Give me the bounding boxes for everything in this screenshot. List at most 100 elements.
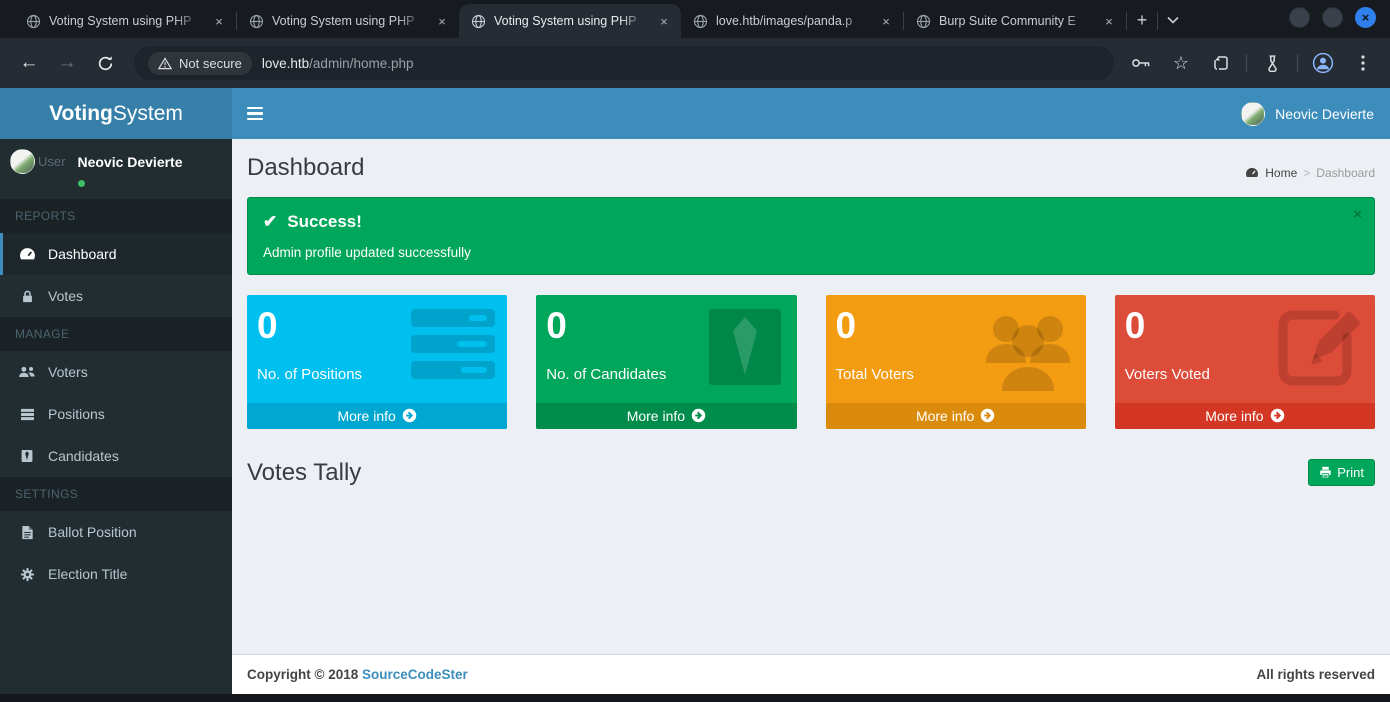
app-footer: Copyright © 2018 SourceCodeSter All righ… — [232, 654, 1390, 694]
minimize-button[interactable] — [1289, 7, 1310, 28]
gear-icon — [18, 567, 36, 582]
tab-close-icon[interactable]: × — [210, 12, 228, 30]
toolbar-separator — [1297, 54, 1298, 72]
screen: Voting System using PHP × Voting System … — [0, 0, 1390, 702]
users-icon — [18, 365, 36, 379]
tab-close-icon[interactable]: × — [1100, 12, 1118, 30]
sidebar-item-label: Ballot Position — [48, 524, 137, 540]
tab-title: Voting System using PHP — [49, 14, 202, 28]
user-avatar — [1241, 102, 1265, 126]
more-info-link[interactable]: More info — [536, 403, 796, 429]
sidebar-item-positions[interactable]: Positions — [0, 393, 232, 435]
sourcecodester-link[interactable]: SourceCodeSter — [362, 667, 468, 682]
home-gauge-icon — [1245, 167, 1259, 179]
sidebar-item-label: Election Title — [48, 566, 127, 582]
brand-bold: Voting — [49, 102, 113, 126]
info-box-label: Total Voters — [836, 366, 1076, 383]
maximize-button[interactable] — [1322, 7, 1343, 28]
sidebar-item-voters[interactable]: Voters — [0, 351, 232, 393]
breadcrumb: Home > Dashboard — [1245, 166, 1375, 182]
info-box-voters-voted: 0 Voters Voted More info — [1115, 295, 1375, 429]
alert-title: Success! — [287, 212, 362, 232]
tab-list-chevron-icon[interactable] — [1158, 5, 1188, 35]
security-label: Not secure — [179, 56, 242, 71]
window-controls: × — [1289, 0, 1390, 38]
warning-triangle-icon — [158, 57, 172, 70]
tab-burp-suite[interactable]: Burp Suite Community E × — [904, 4, 1126, 38]
new-tab-button[interactable]: + — [1127, 5, 1157, 35]
bookmark-star-icon[interactable]: ☆ — [1166, 48, 1196, 78]
sidebar-header-manage: MANAGE — [0, 317, 232, 351]
globe-icon — [471, 14, 486, 29]
online-status-dot — [78, 180, 85, 187]
page-title: Dashboard — [247, 154, 364, 182]
brand-regular: System — [113, 102, 183, 126]
more-info-link[interactable]: More info — [1115, 403, 1375, 429]
sidebar-item-election-title[interactable]: Election Title — [0, 553, 232, 595]
breadcrumb-home-link[interactable]: Home — [1265, 166, 1297, 180]
tab-voting-1[interactable]: Voting System using PHP × — [14, 4, 236, 38]
bottom-strip — [0, 694, 1390, 702]
toolbar-separator — [1246, 54, 1247, 72]
check-icon: ✔ — [263, 212, 277, 232]
profile-avatar-icon[interactable] — [1308, 48, 1338, 78]
tab-close-icon[interactable]: × — [877, 12, 895, 30]
info-box-label: No. of Candidates — [546, 366, 786, 383]
security-chip[interactable]: Not secure — [148, 52, 252, 75]
address-bar[interactable]: Not secure love.htb/admin/home.php — [134, 46, 1114, 80]
sidebar-item-dashboard[interactable]: Dashboard — [0, 233, 232, 275]
sidebar-item-votes[interactable]: Votes — [0, 275, 232, 317]
kebab-menu-icon[interactable] — [1348, 48, 1378, 78]
tab-title: Burp Suite Community E — [939, 14, 1092, 28]
password-key-icon[interactable] — [1126, 48, 1156, 78]
brand-logo[interactable]: VotingSystem — [0, 88, 232, 139]
labs-flask-icon[interactable] — [1257, 48, 1287, 78]
tie-icon — [18, 449, 36, 463]
breadcrumb-current: Dashboard — [1316, 166, 1375, 180]
breadcrumb-separator: > — [1303, 166, 1310, 180]
sidebar: User Neovic Devierte REPORTS Dashboard V… — [0, 139, 232, 694]
app-navbar: VotingSystem Neovic Devierte — [0, 88, 1390, 139]
globe-icon — [693, 14, 708, 29]
print-button-label: Print — [1337, 465, 1364, 480]
info-box-label: Voters Voted — [1125, 366, 1365, 383]
alert-close-icon[interactable]: × — [1353, 206, 1362, 223]
content-body: ✔ Success! Admin profile updated success… — [232, 182, 1390, 654]
tab-title: love.htb/images/panda.p — [716, 14, 869, 28]
print-button[interactable]: Print — [1308, 459, 1375, 486]
sidebar-toggle-hamburger-icon[interactable] — [232, 88, 278, 139]
tab-close-icon[interactable]: × — [433, 12, 451, 30]
forward-icon[interactable]: → — [50, 46, 84, 80]
info-box-total-voters: 0 Total Voters More info — [826, 295, 1086, 429]
lock-icon — [18, 289, 36, 304]
votes-tally-header: Votes Tally Print — [247, 459, 1375, 487]
sidebar-item-label: Votes — [48, 288, 83, 304]
main-content: Dashboard Home > Dashboard ✔ Success! — [232, 139, 1390, 694]
window-close-button[interactable]: × — [1355, 7, 1376, 28]
url-text: love.htb/admin/home.php — [262, 56, 414, 71]
arrow-circle-right-icon — [980, 408, 995, 423]
sidebar-item-ballot-position[interactable]: Ballot Position — [0, 511, 232, 553]
tab-panda-image[interactable]: love.htb/images/panda.p × — [681, 4, 903, 38]
more-info-link[interactable]: More info — [247, 403, 507, 429]
tab-voting-active[interactable]: Voting System using PHP × — [459, 4, 681, 38]
printer-icon — [1319, 466, 1332, 479]
sidebar-item-candidates[interactable]: Candidates — [0, 435, 232, 477]
tab-close-icon[interactable]: × — [655, 12, 673, 30]
reload-icon[interactable] — [88, 46, 122, 80]
more-info-label: More info — [1205, 408, 1263, 424]
sidebar-item-label: Candidates — [48, 448, 119, 464]
content-header: Dashboard Home > Dashboard — [232, 139, 1390, 182]
restore-pages-icon[interactable] — [1206, 48, 1236, 78]
more-info-label: More info — [916, 408, 974, 424]
tab-voting-2[interactable]: Voting System using PHP × — [237, 4, 459, 38]
more-info-link[interactable]: More info — [826, 403, 1086, 429]
info-box-candidates: 0 No. of Candidates More info — [536, 295, 796, 429]
info-box-label: No. of Positions — [257, 366, 497, 383]
url-host: love.htb — [262, 56, 309, 71]
success-alert: ✔ Success! Admin profile updated success… — [247, 197, 1375, 275]
browser-toolbar: ← → Not secure love.htb/admin/home.php ☆ — [0, 38, 1390, 88]
navbar-user-menu[interactable]: Neovic Devierte — [1225, 88, 1390, 139]
back-icon[interactable]: ← — [12, 46, 46, 80]
arrow-circle-right-icon — [402, 408, 417, 423]
